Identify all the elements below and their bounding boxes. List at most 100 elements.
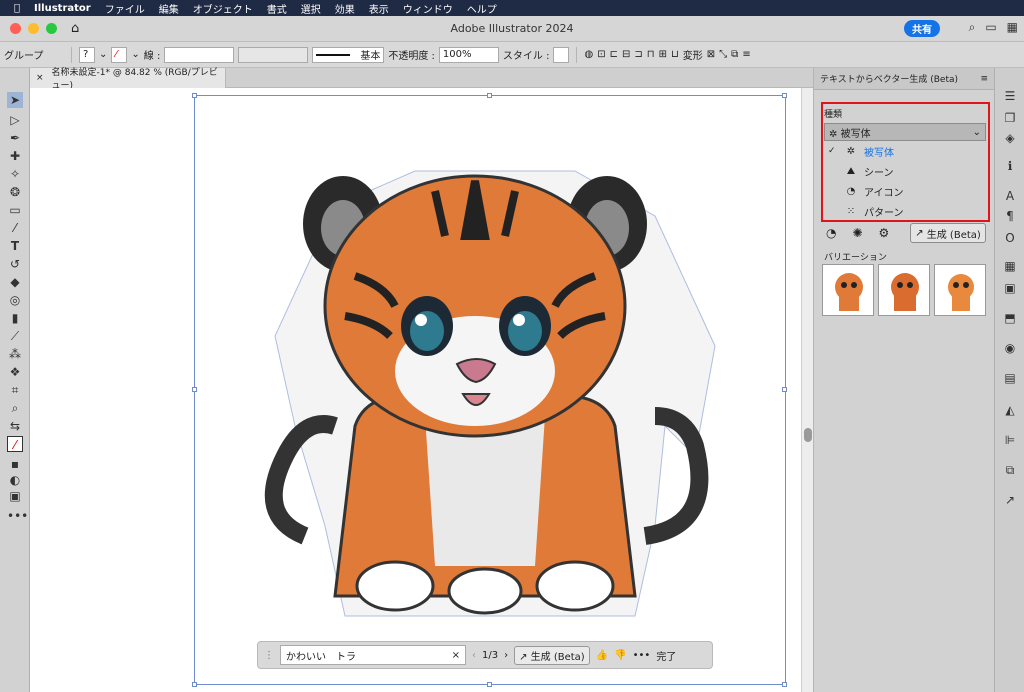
direct-selection-tool-icon[interactable]: ▷ xyxy=(7,112,23,128)
properties-icon[interactable]: ☰ xyxy=(1002,88,1018,104)
search-icon[interactable]: ⌕ xyxy=(969,20,976,35)
opacity-field[interactable]: 100% xyxy=(438,46,499,63)
minimize-window-button[interactable] xyxy=(28,23,39,34)
clear-prompt-icon[interactable]: × xyxy=(452,650,460,661)
isolate-icon[interactable]: ⊠ xyxy=(707,49,715,60)
bounding-box-handle[interactable] xyxy=(487,682,492,687)
menu-effect[interactable]: 効果 xyxy=(335,1,355,16)
recolor-icon[interactable]: ◍ xyxy=(584,49,593,60)
menu-edit[interactable]: 編集 xyxy=(159,1,179,16)
more-options-icon[interactable]: ••• xyxy=(633,650,651,661)
context-generate-button[interactable]: ↗ 生成 (Beta) xyxy=(514,645,590,665)
brushes-icon[interactable]: ▣ xyxy=(1002,280,1018,296)
opentype-icon[interactable]: O xyxy=(1002,230,1018,246)
stroke-swatch[interactable]: ⁄ xyxy=(111,46,128,63)
variable-width-profile[interactable] xyxy=(238,46,309,63)
paintbrush-tool-icon[interactable]: ⁄ xyxy=(7,220,23,236)
align-panel-icon[interactable]: ⊫ xyxy=(1002,432,1018,448)
rectangle-tool-icon[interactable]: ▭ xyxy=(7,202,23,218)
align-middle-icon[interactable]: ⊞ xyxy=(659,49,667,60)
stroke-weight-field[interactable] xyxy=(164,46,235,63)
style-reference-icon[interactable]: ◔ xyxy=(826,226,836,240)
eraser-tool-icon[interactable]: ◆ xyxy=(7,274,23,290)
screen-mode-icon[interactable]: ▣ xyxy=(7,488,23,504)
zoom-tool-icon[interactable]: ⌕ xyxy=(7,400,23,416)
control-panel-menu-icon[interactable]: ≡ xyxy=(742,49,750,60)
envelope-icon[interactable]: ⤡ xyxy=(719,49,727,60)
close-tab-icon[interactable]: × xyxy=(36,73,44,83)
panel-menu-icon[interactable]: ≡ xyxy=(980,74,988,84)
align-left-icon[interactable]: ⊏ xyxy=(610,49,618,60)
selection-tool-icon[interactable]: ➤ xyxy=(7,92,23,108)
align-bottom-icon[interactable]: ⊔ xyxy=(671,49,679,60)
style-label[interactable]: スタイル : xyxy=(503,47,550,62)
bounding-box-handle[interactable] xyxy=(782,93,787,98)
bounding-box-handle[interactable] xyxy=(487,93,492,98)
variation-thumbnail[interactable] xyxy=(878,264,930,316)
edit-toolbar-icon[interactable]: ••• xyxy=(7,508,28,524)
thumbs-up-icon[interactable]: 👍 xyxy=(596,650,608,661)
variation-thumbnail[interactable] xyxy=(934,264,986,316)
paragraph-icon[interactable]: ¶ xyxy=(1002,208,1018,224)
layers-icon[interactable]: ◈ xyxy=(1002,130,1018,146)
bounding-box-handle[interactable] xyxy=(192,682,197,687)
artboard[interactable] xyxy=(194,95,786,685)
shape-builder-icon[interactable]: ◎ xyxy=(7,292,23,308)
bounding-box-handle[interactable] xyxy=(782,387,787,392)
done-button[interactable]: 完了 xyxy=(656,648,676,663)
chevron-down-icon[interactable]: ⌄ xyxy=(99,49,107,60)
draw-mode-icon[interactable]: ◐ xyxy=(7,472,23,488)
align-top-icon[interactable]: ⊓ xyxy=(647,49,655,60)
menu-object[interactable]: オブジェクト xyxy=(193,1,253,16)
pathfinder-icon[interactable]: ⧉ xyxy=(731,49,738,60)
magic-wand-icon[interactable]: ✧ xyxy=(7,166,23,182)
close-window-button[interactable] xyxy=(10,23,21,34)
eyedropper-tool-icon[interactable]: ⟋ xyxy=(7,328,23,344)
menu-file[interactable]: ファイル xyxy=(105,1,145,16)
bounding-box-handle[interactable] xyxy=(192,93,197,98)
menu-view[interactable]: 表示 xyxy=(369,1,389,16)
symbol-sprayer-icon[interactable]: ❖ xyxy=(7,364,23,380)
apple-icon[interactable]:  xyxy=(14,3,20,14)
pen-tool-icon[interactable]: ✒ xyxy=(7,130,23,146)
swatches-icon[interactable]: ▦ xyxy=(1002,258,1018,274)
drag-handle-icon[interactable]: ⋮ xyxy=(264,650,274,661)
arrange-documents-icon[interactable]: ▭ xyxy=(985,20,996,35)
panel-title[interactable]: テキストからベクター生成 (Beta) xyxy=(820,72,958,85)
fill-stroke-icon[interactable]: ⁄ xyxy=(7,436,23,452)
menu-type[interactable]: 書式 xyxy=(267,1,287,16)
panel-generate-button[interactable]: ↗ 生成 (Beta) xyxy=(910,223,986,243)
brush-definition[interactable]: 基本 xyxy=(312,46,385,63)
next-variation-icon[interactable]: › xyxy=(504,650,508,661)
variation-thumbnail[interactable] xyxy=(822,264,874,316)
share-button[interactable]: 共有 xyxy=(904,20,940,37)
thumbs-down-icon[interactable]: 👎 xyxy=(614,650,626,661)
chevron-down-icon[interactable]: ⌄ xyxy=(131,49,139,60)
export-icon[interactable]: ↗ xyxy=(1002,492,1018,508)
blend-tool-icon[interactable]: ⁂ xyxy=(7,346,23,362)
menu-help[interactable]: ヘルプ xyxy=(467,1,497,16)
workspace-switcher-icon[interactable]: ▦ xyxy=(1007,20,1018,35)
align-center-icon[interactable]: ⊟ xyxy=(622,49,630,60)
character-icon[interactable]: A xyxy=(1002,188,1018,204)
tiger-illustration[interactable] xyxy=(195,96,787,686)
artboard-tool-icon[interactable]: ⌗ xyxy=(7,382,23,398)
symbols-icon[interactable]: ⬒ xyxy=(1002,310,1018,326)
previous-variation-icon[interactable]: ‹ xyxy=(472,650,476,661)
zoom-window-button[interactable] xyxy=(46,23,57,34)
menu-select[interactable]: 選択 xyxy=(301,1,321,16)
home-icon[interactable]: ⌂ xyxy=(71,21,79,36)
scrollbar-thumb[interactable] xyxy=(804,428,812,442)
color-mode-icon[interactable]: ▪ xyxy=(7,456,23,472)
menu-window[interactable]: ウィンドウ xyxy=(403,1,453,16)
gear-icon[interactable]: ⚙ xyxy=(879,226,890,240)
type-tool-icon[interactable]: T xyxy=(7,238,23,254)
curvature-tool-icon[interactable]: ✚ xyxy=(7,148,23,164)
align-to-icon[interactable]: ⊡ xyxy=(597,49,605,60)
align-right-icon[interactable]: ⊐ xyxy=(634,49,642,60)
graphic-styles-icon[interactable]: ◉ xyxy=(1002,340,1018,356)
swap-colors-icon[interactable]: ⇆ xyxy=(7,418,23,434)
document-tab[interactable]: × 名称未設定-1* @ 84.82 % (RGB/プレビュー) xyxy=(30,68,226,91)
prompt-input[interactable]: かわいい トラ × xyxy=(280,645,466,665)
rotate-tool-icon[interactable]: ↺ xyxy=(7,256,23,272)
